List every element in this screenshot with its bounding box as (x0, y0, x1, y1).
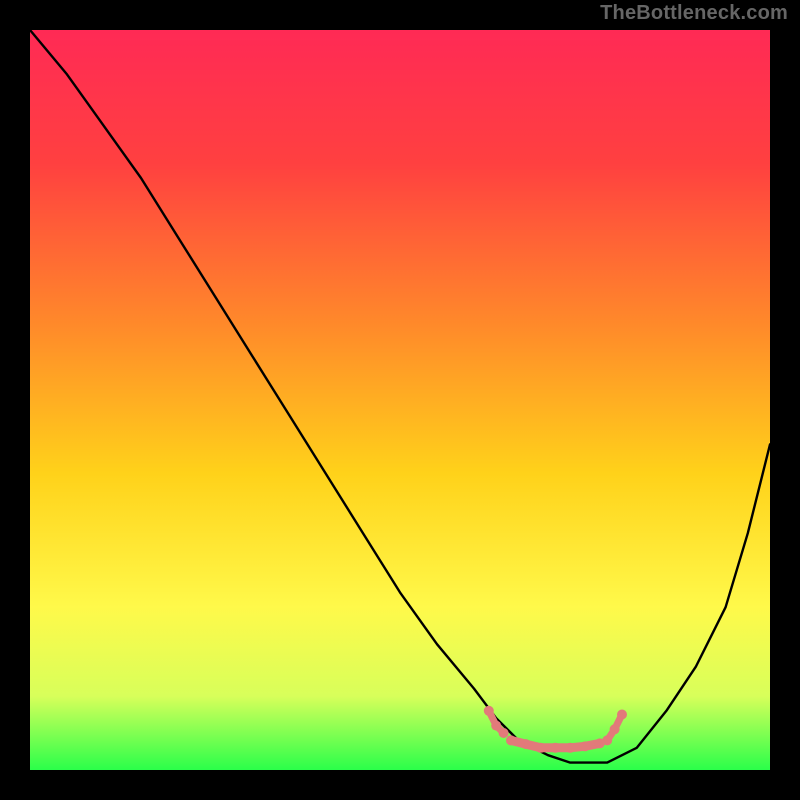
plot-area (30, 30, 770, 770)
chart-svg (30, 30, 770, 770)
optimal-band-segment (585, 743, 600, 746)
chart-frame: TheBottleneck.com (0, 0, 800, 800)
watermark-text: TheBottleneck.com (600, 2, 788, 25)
gradient-background (30, 30, 770, 770)
